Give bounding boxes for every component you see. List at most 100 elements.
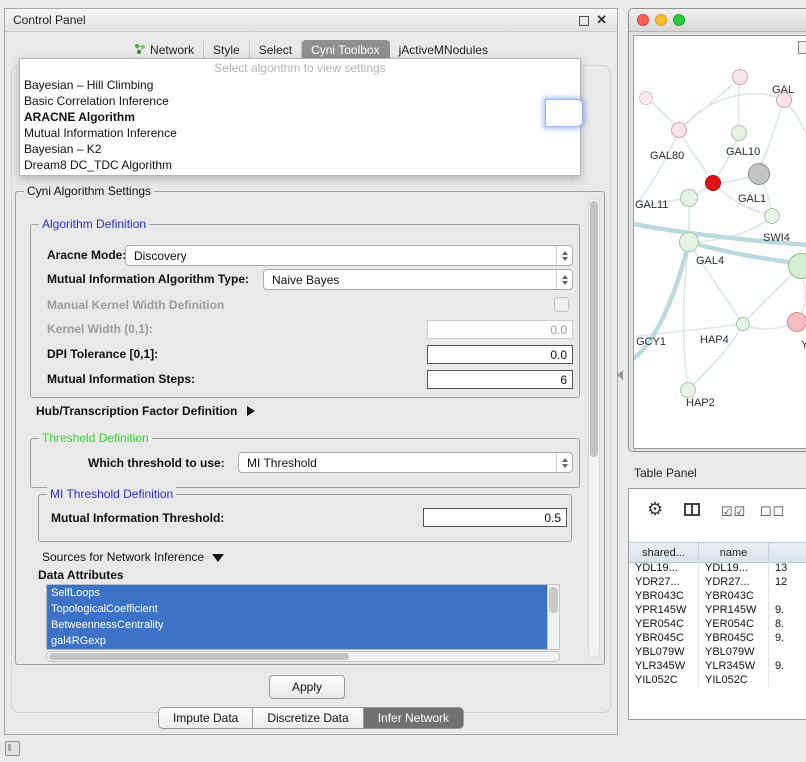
threshold-definition-title: Threshold Definition bbox=[39, 431, 152, 445]
sources-collapse-arrow-icon[interactable] bbox=[212, 554, 224, 562]
network-node[interactable] bbox=[732, 69, 748, 85]
network-node[interactable] bbox=[679, 232, 699, 252]
mi-threshold-field[interactable]: 0.5 bbox=[423, 508, 567, 527]
bottom-tab-bar: Impute DataDiscretize DataInfer Network bbox=[5, 707, 617, 729]
table-cell: YDL19... bbox=[629, 561, 699, 575]
table-row[interactable]: YPR145WYPR145W9. bbox=[629, 603, 806, 617]
hub-expand-arrow-icon[interactable] bbox=[247, 406, 255, 416]
table-cell: 13 bbox=[769, 561, 806, 575]
network-node[interactable] bbox=[705, 175, 721, 191]
network-node[interactable] bbox=[736, 317, 750, 331]
panel-title: Control Panel bbox=[13, 13, 86, 27]
mi-threshold-value: 0.5 bbox=[544, 511, 561, 525]
dpi-tolerance-field[interactable]: 0.0 bbox=[427, 345, 573, 364]
table-row[interactable]: YLR345WYLR345W9. bbox=[629, 659, 806, 673]
which-threshold-select[interactable]: MI Threshold bbox=[238, 452, 573, 473]
dropdown-placeholder: Select algorithm to view settings bbox=[20, 59, 580, 77]
control-panel-titlebar[interactable]: Control Panel ✕ bbox=[5, 9, 617, 32]
manual-kernel-checkbox[interactable] bbox=[554, 297, 569, 312]
tab-cyni-toolbox[interactable]: Cyni Toolbox bbox=[302, 40, 389, 60]
tab-select[interactable]: Select bbox=[250, 40, 302, 60]
table-row[interactable]: YDL19...YDL19...13 bbox=[629, 561, 806, 575]
network-node[interactable] bbox=[764, 208, 780, 224]
threshold-definition-group: Threshold Definition Which threshold to … bbox=[30, 438, 580, 488]
gear-icon[interactable]: ⚙ bbox=[647, 499, 663, 520]
table-cell bbox=[769, 673, 806, 687]
algorithm-option[interactable]: ARACNE Algorithm bbox=[20, 109, 580, 125]
table-cell: YDR27... bbox=[629, 575, 699, 589]
kernel-width-value: 0.0 bbox=[550, 323, 567, 337]
column-header[interactable]: name bbox=[699, 543, 769, 562]
scrollbar-thumb[interactable] bbox=[590, 201, 598, 457]
minimize-traffic-light-icon[interactable] bbox=[655, 14, 667, 26]
network-node[interactable] bbox=[731, 125, 747, 141]
table-row[interactable]: YBR043CYBR043C bbox=[629, 589, 806, 603]
table-cell: YIL052C bbox=[699, 673, 769, 687]
which-threshold-label: Which threshold to use: bbox=[88, 456, 225, 470]
deselect-all-columns-icon[interactable]: ☐☐ bbox=[760, 504, 785, 520]
table-row[interactable]: YBL079WYBL079W bbox=[629, 645, 806, 659]
network-node-label: GAL4 bbox=[696, 255, 724, 267]
zoom-traffic-light-icon[interactable] bbox=[673, 14, 685, 26]
tab-jactivemnodules[interactable]: jActiveMNodules bbox=[390, 40, 497, 60]
bottom-tab-impute-data[interactable]: Impute Data bbox=[158, 707, 253, 729]
data-attribute-item[interactable]: BetweennessCentrality bbox=[47, 617, 547, 633]
mi-steps-field[interactable]: 6 bbox=[427, 370, 573, 389]
network-canvas[interactable]: GALGAL80GAL10GAL11GAL1SWI4GAL4GCY1HAP4HA… bbox=[633, 35, 806, 449]
network-node[interactable] bbox=[748, 163, 770, 185]
bottom-tab-discretize-data[interactable]: Discretize Data bbox=[253, 707, 363, 729]
table-row[interactable]: YBR045CYBR045C9. bbox=[629, 631, 806, 645]
table-row[interactable]: YER054CYER054C8. bbox=[629, 617, 806, 631]
scrollbar-thumb[interactable] bbox=[549, 587, 558, 613]
table-cell: YDR27... bbox=[699, 575, 769, 589]
data-attribute-item[interactable]: gal4RGexp bbox=[47, 633, 547, 649]
kernel-width-field[interactable]: 0.0 bbox=[427, 320, 573, 339]
network-node[interactable] bbox=[639, 91, 653, 105]
algorithm-option[interactable]: Basic Correlation Inference bbox=[20, 93, 580, 109]
table-row[interactable]: YIL052CYIL052C bbox=[629, 673, 806, 687]
algorithm-option[interactable]: Mutual Information Inference bbox=[20, 125, 580, 141]
tab-style[interactable]: Style bbox=[204, 40, 250, 60]
network-node[interactable] bbox=[680, 382, 696, 398]
column-header[interactable] bbox=[769, 543, 806, 562]
columns-icon[interactable] bbox=[684, 503, 700, 516]
apply-button[interactable]: Apply bbox=[269, 675, 345, 699]
panel-collapse-handle-icon[interactable] bbox=[617, 370, 623, 380]
tab-label: Cyni Toolbox bbox=[311, 43, 379, 57]
select-all-columns-icon[interactable]: ☑☑ bbox=[721, 504, 746, 520]
algorithm-option[interactable]: Bayesian – Hill Climbing bbox=[20, 77, 580, 93]
birdseye-toggle-icon[interactable] bbox=[798, 41, 806, 54]
close-icon[interactable]: ✕ bbox=[596, 12, 607, 28]
network-node[interactable] bbox=[680, 189, 698, 207]
mi-type-select[interactable]: Naive Bayes bbox=[263, 269, 573, 290]
algorithm-option[interactable]: Dream8 DC_TDC Algorithm bbox=[20, 157, 580, 173]
attributes-list-hscrollbar[interactable] bbox=[46, 651, 560, 662]
data-attributes-list[interactable]: SelfLoopsTopologicalCoefficientBetweenne… bbox=[46, 584, 547, 650]
data-attribute-item[interactable]: TopologicalCoefficient bbox=[47, 601, 547, 617]
algorithm-combobox-fragment[interactable] bbox=[545, 99, 583, 127]
mi-steps-value: 6 bbox=[560, 373, 567, 387]
sources-section-header[interactable]: Sources for Network Inference bbox=[42, 548, 224, 566]
bottom-tab-infer-network[interactable]: Infer Network bbox=[364, 707, 464, 729]
algorithm-option[interactable]: Bayesian – K2 bbox=[20, 141, 580, 157]
table-row[interactable]: YDR27...YDR27...12 bbox=[629, 575, 806, 589]
network-window-titlebar[interactable] bbox=[629, 9, 806, 32]
attributes-list-vscrollbar[interactable] bbox=[547, 584, 560, 650]
network-node-label: GAL10 bbox=[726, 146, 760, 158]
data-attributes-label: Data Attributes bbox=[38, 568, 124, 582]
desktop: Control Panel ✕ NetworkStyleSelectCyni T… bbox=[0, 0, 806, 762]
scrollbar-thumb[interactable] bbox=[49, 653, 349, 660]
settings-scrollbar[interactable] bbox=[588, 198, 600, 658]
close-traffic-light-icon[interactable] bbox=[637, 14, 649, 26]
network-node[interactable] bbox=[671, 122, 687, 138]
hide-panel-icon[interactable] bbox=[5, 741, 20, 756]
settings-group-title: Cyni Algorithm Settings bbox=[24, 184, 154, 198]
aracne-mode-select[interactable]: Discovery bbox=[125, 245, 573, 266]
hub-section-header[interactable]: Hub/Transcription Factor Definition bbox=[36, 402, 255, 420]
float-window-icon[interactable] bbox=[579, 16, 589, 26]
table-body: YDL19...YDL19...13YDR27...YDR27...12YBR0… bbox=[629, 561, 806, 719]
network-node[interactable] bbox=[787, 312, 806, 332]
column-header[interactable]: shared... bbox=[629, 543, 699, 562]
data-attribute-item[interactable]: SelfLoops bbox=[47, 585, 547, 601]
table-cell: YBL079W bbox=[629, 645, 699, 659]
